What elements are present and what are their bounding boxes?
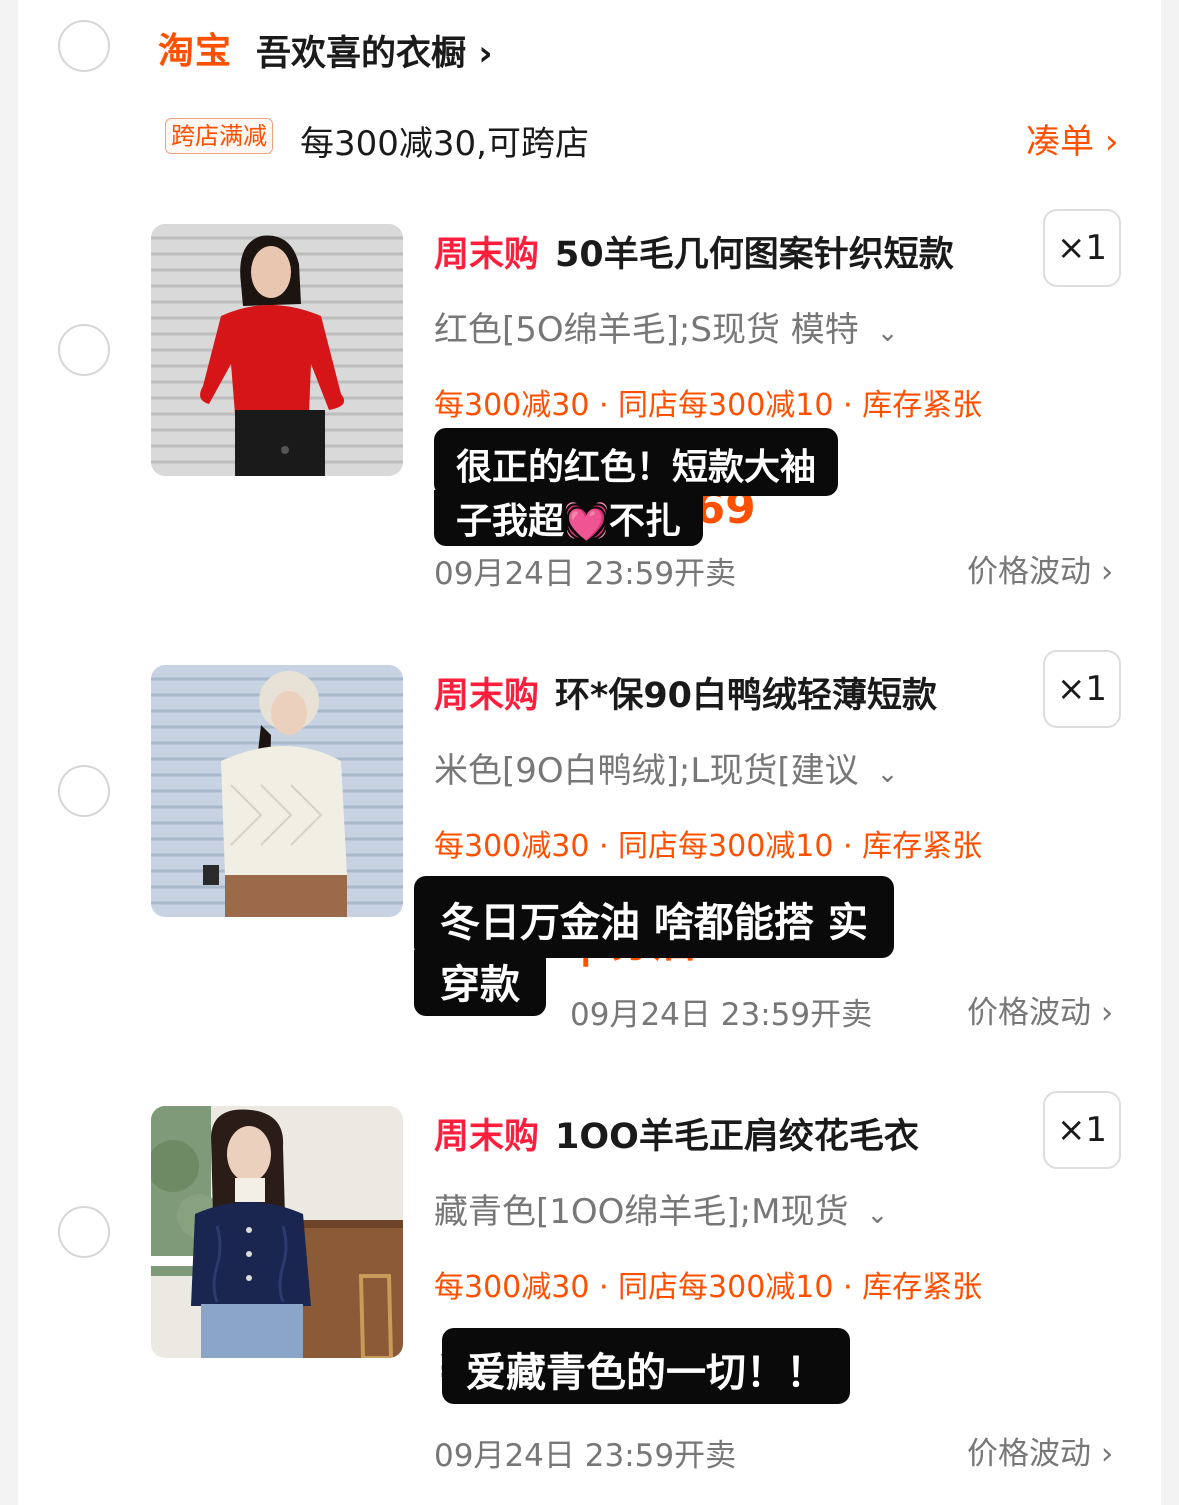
chevron-right-icon: ›: [478, 34, 493, 74]
product-title[interactable]: 周末购 1OO羊毛正肩绞花毛衣: [434, 1108, 919, 1159]
cou-dan-label: 凑单: [1026, 122, 1094, 162]
sku-selector[interactable]: 米色[9O白鸭绒];L现货[建议 ⌄: [434, 743, 898, 792]
sku-selector[interactable]: 藏青色[1OO绵羊毛];M现货 ⌄: [434, 1184, 888, 1233]
caption-overlay-line1: 爱藏青色的一切！！: [442, 1328, 850, 1404]
quantity-button[interactable]: ×1: [1043, 1091, 1121, 1169]
sku-text: 藏青色[1OO绵羊毛];M现货: [434, 1192, 849, 1232]
taobao-logo: 淘宝: [158, 31, 233, 72]
product-title-text: 1OO羊毛正肩绞花毛衣: [555, 1117, 919, 1157]
shop-name-link[interactable]: 吾欢喜的衣橱 ›: [256, 25, 493, 76]
price-fluctuation-link[interactable]: 价格波动 ›: [967, 546, 1113, 591]
quantity-button[interactable]: ×1: [1043, 209, 1121, 287]
product-title[interactable]: 周末购 50羊毛几何图案针织短款: [434, 226, 954, 277]
weekend-buy-tag: 周末购: [434, 1117, 540, 1157]
caption-overlay-line1: 很正的红色！短款大袖: [434, 428, 839, 496]
item-select-radio[interactable]: [58, 765, 110, 817]
sku-text: 米色[9O白鸭绒];L现货[建议: [434, 751, 859, 791]
heart-icon: 💓: [564, 501, 609, 542]
product-image-navy-cable-knit[interactable]: [151, 1106, 403, 1358]
caption-text: 子我超: [456, 501, 565, 542]
quantity-button[interactable]: ×1: [1043, 650, 1121, 728]
sku-selector[interactable]: 红色[5O绵羊毛];S现货 模特 ⌄: [434, 302, 899, 351]
caption-overlay-line2: 穿款: [414, 950, 546, 1016]
product-title-text: 环*保90白鸭绒轻薄短款: [555, 676, 938, 716]
product-image-red-cardigan[interactable]: [151, 224, 403, 476]
promo-description: 每300减30,可跨店: [300, 124, 589, 164]
caption-overlay-line1: 冬日万金油 啥都能搭 实: [414, 876, 894, 958]
chevron-right-icon: ›: [1104, 122, 1119, 162]
product-image-white-down-jacket[interactable]: [151, 665, 403, 917]
promo-tags: 每300减30 · 同店每300减10 · 库存紧张: [434, 388, 983, 423]
sku-text: 红色[5O绵羊毛];S现货 模特: [434, 310, 859, 350]
product-title-text: 50羊毛几何图案针织短款: [555, 235, 954, 275]
promo-tags: 每300减30 · 同店每300减10 · 库存紧张: [434, 829, 983, 864]
item-select-radio[interactable]: [58, 1206, 110, 1258]
price-fluctuation-link[interactable]: 价格波动 ›: [967, 1428, 1113, 1473]
item-select-radio[interactable]: [58, 324, 110, 376]
shop-select-radio[interactable]: [58, 20, 110, 72]
cross-store-promo-badge: 跨店满减: [165, 118, 273, 154]
caption-overlay-line2: 子我超💓不扎: [434, 490, 703, 546]
chevron-down-icon: ⌄: [876, 759, 899, 789]
cou-dan-link[interactable]: 凑单 ›: [1026, 114, 1118, 163]
price-fluctuation-link[interactable]: 价格波动 ›: [967, 987, 1113, 1032]
product-title[interactable]: 周末购 环*保90白鸭绒轻薄短款: [434, 667, 937, 718]
chevron-down-icon: ⌄: [876, 318, 899, 348]
weekend-buy-tag: 周末购: [434, 676, 540, 716]
sale-start-time: 09月24日 23:59开卖: [434, 1438, 737, 1474]
shop-name: 吾欢喜的衣橱: [256, 34, 467, 74]
promo-tags: 每300减30 · 同店每300减10 · 库存紧张: [434, 1270, 983, 1305]
chevron-down-icon: ⌄: [866, 1200, 889, 1230]
sale-start-time: 09月24日 23:59开卖: [570, 989, 877, 1034]
caption-text: 不扎: [608, 501, 681, 542]
weekend-buy-tag: 周末购: [434, 235, 540, 275]
sale-start-time: 09月24日 23:59开卖: [434, 556, 737, 592]
